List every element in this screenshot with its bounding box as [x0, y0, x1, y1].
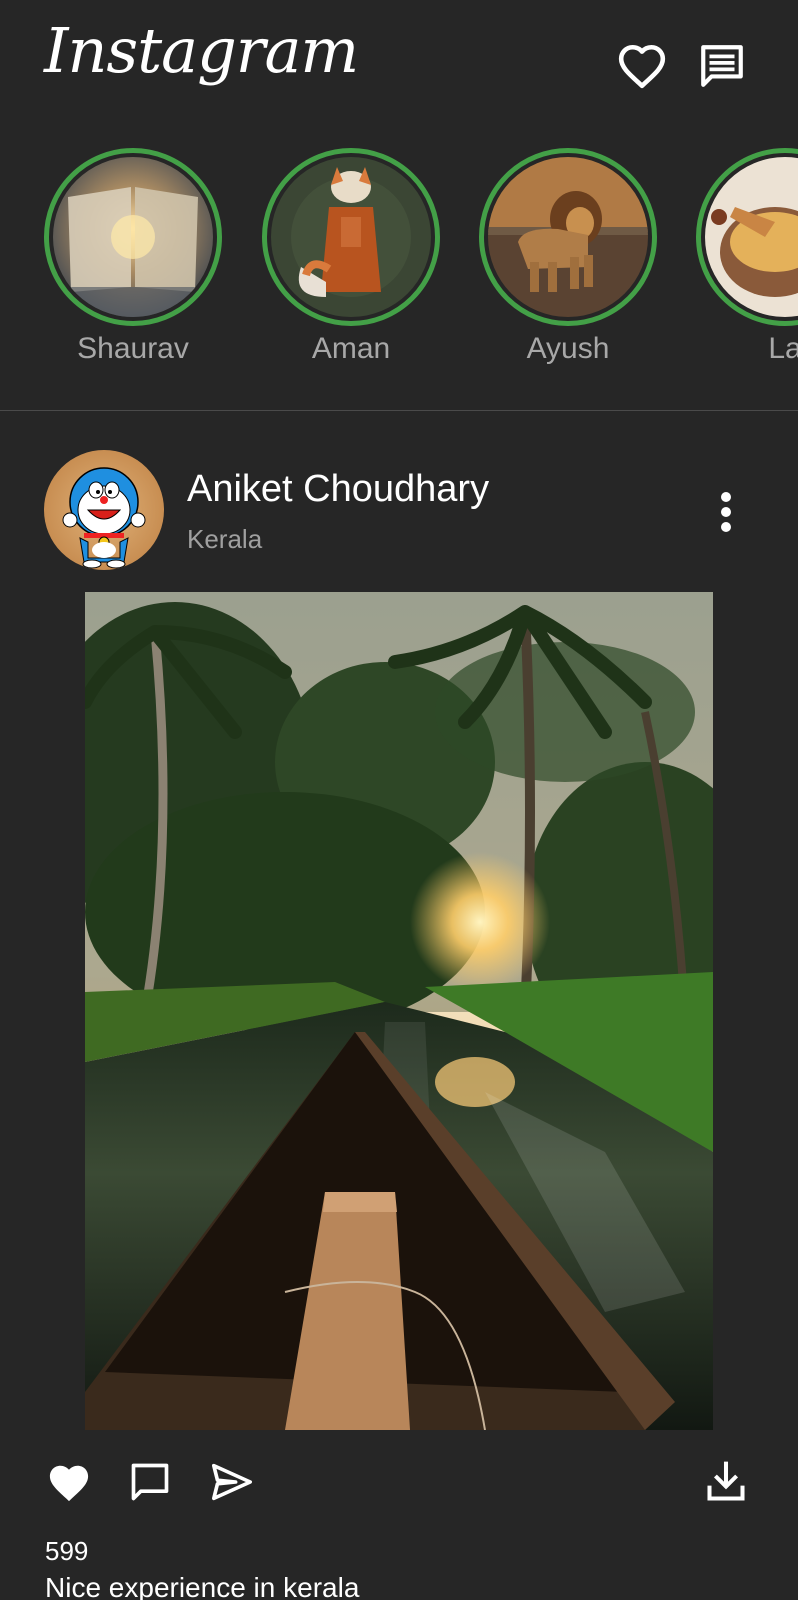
heart-icon[interactable] — [614, 38, 670, 94]
app-logo: Instagram — [44, 14, 359, 87]
like-heart-icon[interactable] — [45, 1458, 93, 1506]
avatar[interactable] — [44, 450, 164, 570]
stories-row: Shaurav Aman Ayush La — [0, 148, 798, 378]
story-item[interactable]: La — [696, 148, 798, 366]
comment-icon[interactable] — [126, 1458, 174, 1506]
story-avatar — [271, 157, 431, 317]
like-count: 599 — [45, 1536, 89, 1566]
story-ring — [696, 148, 798, 326]
post-caption: Nice experience in kerala — [45, 1572, 360, 1600]
story-name: Aman — [311, 332, 391, 365]
post-location[interactable]: Kerala — [187, 524, 262, 555]
download-icon[interactable] — [702, 1458, 750, 1506]
story-item[interactable]: Aman — [262, 148, 440, 366]
story-avatar — [53, 157, 213, 317]
story-ring — [479, 148, 657, 326]
story-name: Shaurav — [77, 332, 189, 365]
story-item[interactable]: Shaurav — [44, 148, 222, 366]
top-app-bar: Instagram — [0, 0, 798, 130]
story-item[interactable]: Ayush — [479, 148, 657, 366]
story-name: Ayush — [526, 332, 610, 365]
story-ring — [262, 148, 440, 326]
instagram-app: Instagram Shaurav Aman Ayush La Aniket C… — [0, 0, 798, 1600]
story-avatar — [705, 157, 798, 317]
message-icon[interactable] — [694, 38, 750, 94]
post-username[interactable]: Aniket Choudhary — [187, 468, 489, 511]
more-options-icon[interactable] — [706, 488, 746, 536]
post-image[interactable] — [85, 592, 713, 1430]
divider — [0, 410, 798, 411]
story-name: La — [768, 332, 798, 365]
story-ring — [44, 148, 222, 326]
story-avatar — [488, 157, 648, 317]
send-icon[interactable] — [208, 1458, 256, 1506]
